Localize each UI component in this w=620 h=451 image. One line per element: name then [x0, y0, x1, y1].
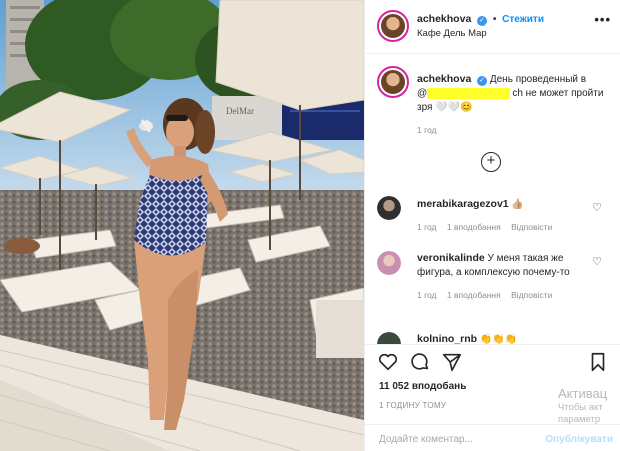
watermark-line: параметр [558, 414, 601, 425]
comment-like-heart-icon[interactable]: ♡ [592, 201, 602, 214]
watermark-line: Активац [558, 386, 608, 401]
comment-age: 1 год [417, 290, 437, 300]
separator-dot: • [492, 14, 497, 25]
caption-username[interactable]: achekhova [417, 73, 471, 85]
comment-avatar[interactable] [377, 251, 401, 275]
comment-age: 1 год [417, 222, 437, 232]
comment-text: 👍🏼 [511, 199, 524, 210]
more-options-icon[interactable]: ••• [594, 12, 611, 27]
comment-like-heart-icon[interactable]: ♡ [592, 255, 602, 268]
follow-button[interactable]: Стежити [502, 14, 544, 25]
comment-avatar[interactable] [377, 196, 401, 220]
caption-avatar[interactable] [377, 66, 409, 98]
save-bookmark-icon[interactable] [587, 351, 609, 373]
caption-age: 1 год [417, 125, 437, 135]
comment-username[interactable]: merabikaragezov1 [417, 198, 509, 210]
verified-icon: ✓ [477, 76, 488, 86]
load-more-comments-icon[interactable]: + [481, 152, 501, 172]
instagram-post: DelMar achekhova ✓ • Стежити Кафе Дель М… [0, 0, 620, 451]
caption-text-start: День проведенный в [489, 74, 587, 85]
post-header: achekhova ✓ • Стежити Кафе Дель Мар ••• [365, 0, 620, 54]
post-photo[interactable]: DelMar [0, 0, 364, 451]
delmar-sign: DelMar [226, 106, 254, 116]
comment-input[interactable]: Додайте коментар... [379, 434, 473, 445]
caption-emojis: 🤍🤍😊 [435, 102, 473, 113]
comment-likes[interactable]: 1 вподобання [447, 290, 501, 300]
share-send-icon[interactable] [441, 351, 463, 373]
comment-item: veronikalinde У меня такая же фигура, а … [417, 251, 597, 302]
like-heart-icon[interactable] [377, 351, 399, 373]
beach-scene-image: DelMar [0, 0, 364, 451]
comment-reply-button[interactable]: Відповісти [511, 290, 552, 300]
add-comment-bar: Додайте коментар... Опублікувати [365, 424, 620, 451]
post-location[interactable]: Кафе Дель Мар [417, 28, 487, 39]
publish-button[interactable]: Опублікувати [545, 434, 613, 445]
likes-count[interactable]: 11 052 вподобань [379, 381, 466, 392]
comment-bubble-icon[interactable] [409, 351, 431, 373]
caption-mention-highlight[interactable]: cafedelmar_sochi [427, 88, 510, 99]
author-username[interactable]: achekhova [417, 13, 471, 25]
comment-username[interactable]: veronikalinde [417, 252, 485, 264]
verified-icon: ✓ [477, 16, 488, 26]
watermark-line: Чтобы акт [558, 402, 603, 413]
post-sidebar: achekhova ✓ • Стежити Кафе Дель Мар ••• … [364, 0, 620, 451]
author-avatar[interactable] [377, 10, 409, 42]
caption-mention-prefix: @ [417, 88, 428, 99]
comment-reply-button[interactable]: Відповісти [511, 222, 552, 232]
post-timestamp[interactable]: 1 ГОДИНУ ТОМУ [379, 401, 446, 410]
post-caption: achekhova ✓ День проведенный в @ cafedelm… [417, 72, 609, 137]
comment-likes[interactable]: 1 вподобання [447, 222, 501, 232]
comment-item: merabikaragezov1 👍🏼 1 год 1 вподобання В… [417, 197, 597, 234]
windows-activation-watermark: Активац Чтобы акт параметр [558, 386, 620, 426]
